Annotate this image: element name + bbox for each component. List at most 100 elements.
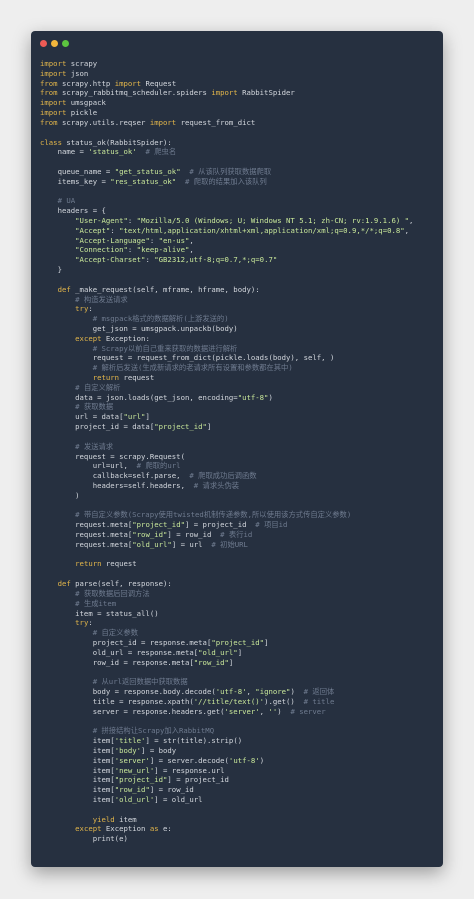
code-line: import umsgpack <box>40 98 439 108</box>
code-line: import pickle <box>40 108 439 118</box>
close-button-icon[interactable] <box>40 40 47 47</box>
code-keyword: return <box>92 373 120 382</box>
code-line: # 自定义解析 <box>40 383 439 393</box>
code-keyword: try <box>75 304 89 314</box>
code-line: import scrapy <box>40 59 439 69</box>
code-line: request.meta["project_id"] = project_id … <box>40 520 439 530</box>
code-comment: # server <box>290 706 326 716</box>
code-line: "User-Agent": "Mozilla/5.0 (Windows; U; … <box>40 216 439 226</box>
code-string: 'server' <box>114 755 150 765</box>
code-string: "row_id" <box>114 785 150 795</box>
code-text: request = request_from_dict(pickle.loads… <box>40 353 335 363</box>
code-text: data = json.loads(get_json, encoding= <box>40 392 238 402</box>
code-text: scrapy.utils.reqser <box>57 117 150 127</box>
code-text: Exception: <box>101 333 150 343</box>
code-text: : <box>110 225 120 235</box>
code-text: e: <box>158 824 172 834</box>
code-string: "en-us" <box>158 235 190 245</box>
code-string: "text/html,application/xhtml+xml,applica… <box>119 225 405 235</box>
code-line: old_url = response.meta["old_url"] <box>40 648 439 658</box>
code-text: ) <box>259 755 265 765</box>
code-text: item[ <box>40 745 115 755</box>
code-line: title = response.xpath('//title/text()')… <box>40 697 439 707</box>
code-string: 'server' <box>224 706 260 716</box>
zoom-button-icon[interactable] <box>62 40 69 47</box>
code-line: from scrapy_rabbitmq_scheduler.spiders i… <box>40 88 439 98</box>
code-string: "row_id" <box>193 657 229 667</box>
code-text: pickle <box>66 108 98 118</box>
code-string: 'title' <box>114 736 146 746</box>
code-comment: # 爬虫名 <box>145 147 177 157</box>
code-keyword: import <box>40 108 67 118</box>
code-string: "old_url" <box>198 647 238 657</box>
code-line: project_id = response.meta["project_id"] <box>40 638 439 648</box>
code-keyword: try <box>75 618 89 628</box>
code-line: "Connection": "keep-alive", <box>40 245 439 255</box>
code-comment: # 表行id <box>220 530 253 539</box>
code-text: body = response.body.decode( <box>40 687 216 696</box>
code-text: , <box>409 216 414 225</box>
code-line: # msgpack格式的数据解析(上游发送的) <box>40 314 439 324</box>
code-line: return request <box>40 373 439 383</box>
code-string: "Accept-Charset" <box>75 255 146 265</box>
code-string: "project_id" <box>132 520 185 530</box>
code-keyword: from <box>40 78 58 88</box>
code-line: # 构造发送请求 <box>40 295 439 305</box>
code-string: "Connection" <box>75 245 128 255</box>
code-text: ) <box>290 687 304 696</box>
code-string: 'utf-8' <box>228 755 260 765</box>
code-line: class status_ok(RabbitSpider): <box>40 138 439 148</box>
code-text: ] = row_id <box>167 530 221 539</box>
code-line: request.meta["row_id"] = row_id # 表行id <box>40 530 439 540</box>
code-line: try: <box>40 304 439 314</box>
code-text: , <box>189 245 194 255</box>
code-text: item[ <box>40 785 115 795</box>
code-text: Exception <box>101 824 150 834</box>
code-string: "res_status_ok" <box>110 176 177 186</box>
code-line: item["project_id"] = project_id <box>40 775 439 785</box>
code-text: Request <box>141 78 177 88</box>
code-line: request = request_from_dict(pickle.loads… <box>40 353 439 363</box>
code-text: scrapy.http <box>57 78 115 88</box>
code-line: item['server'] = server.decode('utf-8') <box>40 756 439 766</box>
code-text: RabbitSpider <box>237 88 295 98</box>
minimize-button-icon[interactable] <box>51 40 58 47</box>
code-line: item['old_url'] = old_url <box>40 795 439 805</box>
code-comment: # 返回体 <box>303 687 335 696</box>
code-line: item['title'] = str(title).strip() <box>40 736 439 746</box>
code-text: project_id = response.meta[ <box>40 637 212 647</box>
code-text: ] <box>145 412 150 422</box>
code-text: : <box>145 255 155 265</box>
code-line: callback=self.parse, # 爬取成功后调函数 <box>40 471 439 481</box>
code-comment: # 项目id <box>255 520 288 530</box>
code-text: : <box>88 618 93 628</box>
code-line: items_key = "res_status_ok" # 爬取的结果加入该队列 <box>40 177 439 187</box>
code-text: parse(self, response): <box>70 579 172 589</box>
code-line: url=url, # 爬取的url <box>40 461 439 471</box>
code-comment: # UA <box>57 196 76 206</box>
code-line: ) <box>40 491 439 501</box>
code-text: name = <box>40 147 89 157</box>
code-line: request = scrapy.Request( <box>40 452 439 462</box>
code-text: status_ok(RabbitSpider): <box>61 137 172 147</box>
code-comment: # 自定义参数 <box>92 628 138 638</box>
code-text: item[ <box>40 794 115 804</box>
code-string: "Mozilla/5.0 (Windows; U; Windows NT 5.1… <box>136 216 410 225</box>
code-text: umsgpack <box>66 98 106 108</box>
code-comment: # 发送请求 <box>75 441 114 451</box>
